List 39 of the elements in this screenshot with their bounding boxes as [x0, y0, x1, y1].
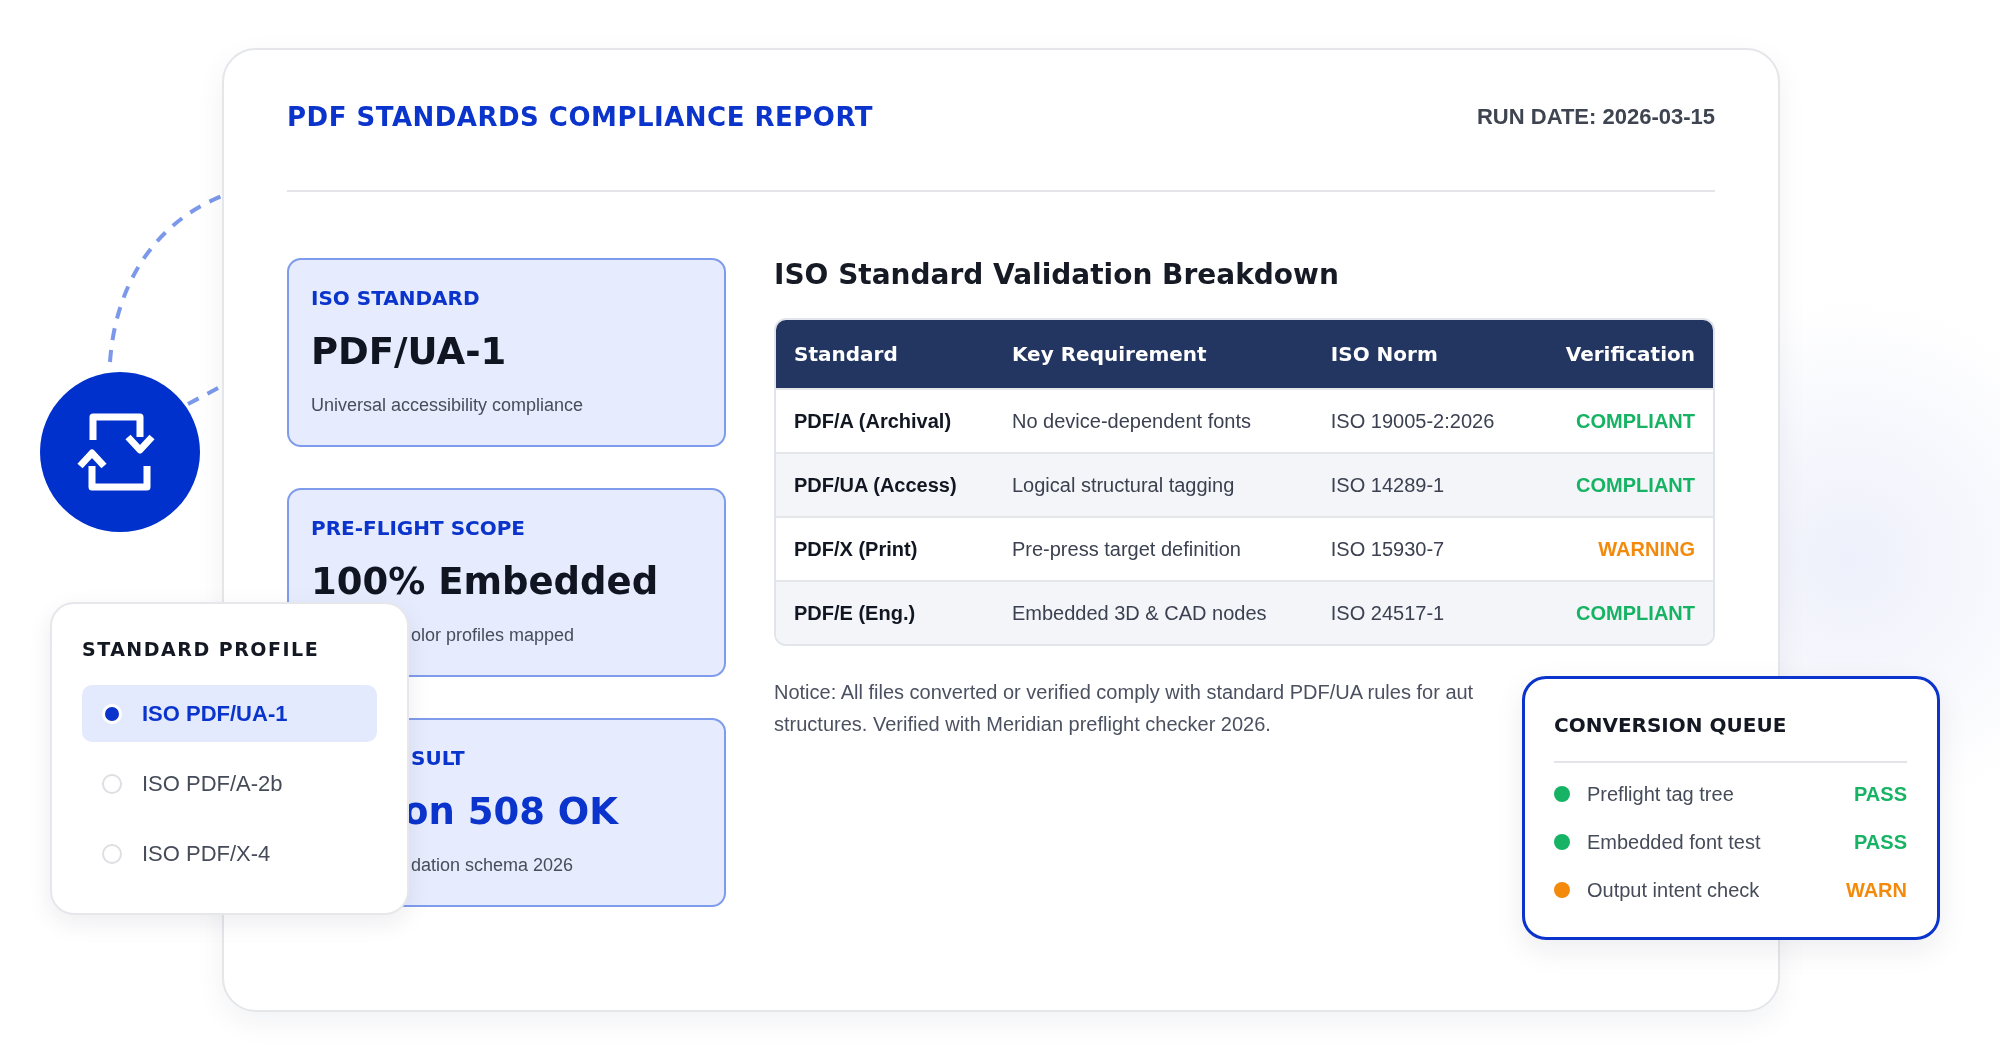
queue-result: PASS [1854, 830, 1907, 854]
queue-result: PASS [1854, 782, 1907, 806]
profile-option[interactable]: ISO PDF/A-2b [82, 755, 377, 812]
queue-item: Preflight tag tree [1587, 782, 1735, 806]
status-cell: COMPLIANT [1531, 452, 1713, 516]
popup-title: STANDARD PROFILE [82, 638, 320, 660]
card-label: PRE-FLIGHT SCOPE [311, 516, 526, 542]
table-cell: PDF/UA (Access) [776, 452, 994, 516]
card-note: olor profiles mapped [411, 625, 575, 646]
profile-option[interactable]: ISO PDF/UA-1 [82, 685, 377, 742]
notice-text: Notice: All files converted or verified comply with standard PDF/UA rules for aut [774, 680, 1474, 705]
card-note: dation schema 2026 [411, 855, 574, 876]
report-title: PDF STANDARDS COMPLIANCE REPORT [287, 102, 873, 132]
queue-result: WARN [1845, 878, 1907, 902]
card-value: 100% Embedded [311, 560, 659, 605]
radio-icon[interactable] [102, 843, 122, 864]
sync-icon [40, 372, 200, 532]
section-heading: ISO Standard Validation Breakdown [774, 258, 1340, 291]
status-cell: COMPLIANT [1531, 580, 1713, 644]
run-date: RUN DATE: 2026-03-15 [1477, 104, 1715, 130]
card-label: ISO STANDARD [311, 286, 480, 312]
column-header: ISO Norm [1312, 320, 1532, 388]
queue-item: Output intent check [1587, 878, 1761, 902]
card-label: SULT [411, 746, 465, 772]
radio-icon[interactable] [102, 773, 122, 794]
table-cell: Logical structural tagging [993, 452, 1313, 516]
card-note: Universal accessibility compliance [311, 395, 584, 416]
card-value: PDF/UA-1 [311, 330, 507, 375]
notice-text: structures. Verified with Meridian preflight checker 2026. [774, 712, 1271, 737]
column-header: Key Requirement [993, 320, 1313, 388]
queue-item: Embedded font test [1587, 830, 1762, 854]
queue-title: CONVERSION QUEUE [1554, 713, 1787, 737]
column-header: Verification [1531, 320, 1713, 388]
table-cell: PDF/E (Eng.) [776, 580, 994, 644]
table-cell: Embedded 3D & CAD nodes [993, 580, 1313, 644]
column-header: Standard [776, 320, 994, 388]
table-cell: ISO 14289-1 [1312, 452, 1532, 516]
profile-option[interactable]: ISO PDF/X-4 [82, 825, 377, 882]
table-cell: ISO 24517-1 [1312, 580, 1532, 644]
